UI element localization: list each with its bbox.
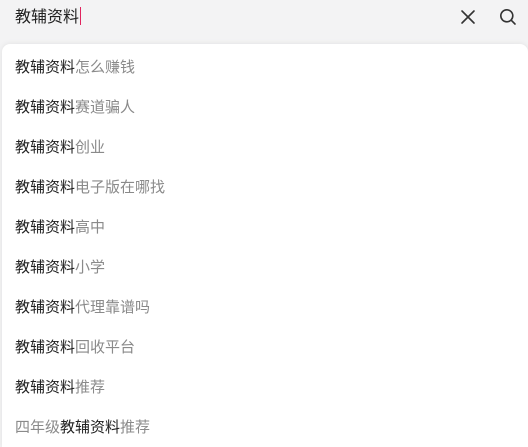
suggestion-keyword: 教辅资料 xyxy=(15,338,76,356)
suggestion-item[interactable]: 教辅资料推荐 xyxy=(2,367,528,407)
suggestion-item[interactable]: 教辅资料高中 xyxy=(2,207,528,247)
suggestion-keyword: 教辅资料 xyxy=(60,418,121,436)
suggestion-suffix: 赛道骗人 xyxy=(75,98,136,116)
suggestion-keyword: 教辅资料 xyxy=(15,258,76,276)
search-input[interactable]: 教辅资料 xyxy=(15,0,82,34)
suggestion-suffix: 电子版在哪找 xyxy=(75,178,166,196)
suggestion-suffix: 推荐 xyxy=(120,418,151,436)
suggestion-item[interactable]: 教辅资料电子版在哪找 xyxy=(2,167,528,207)
search-button[interactable] xyxy=(496,5,520,29)
suggestion-keyword: 教辅资料 xyxy=(15,58,76,76)
suggestion-suffix: 高中 xyxy=(75,218,106,236)
suggestion-prefix: 四年级 xyxy=(15,418,61,436)
suggestion-keyword: 教辅资料 xyxy=(15,178,76,196)
suggestion-keyword: 教辅资料 xyxy=(15,378,76,396)
suggestion-suffix: 回收平台 xyxy=(75,338,136,356)
suggestion-suffix: 怎么赚钱 xyxy=(75,58,136,76)
close-icon xyxy=(461,10,475,24)
suggestion-item[interactable]: 教辅资料怎么赚钱 xyxy=(2,47,528,87)
suggestion-keyword: 教辅资料 xyxy=(15,218,76,236)
suggestion-item[interactable]: 四年级教辅资料推荐 xyxy=(2,407,528,447)
suggestion-item[interactable]: 教辅资料回收平台 xyxy=(2,327,528,367)
suggestion-item[interactable]: 教辅资料赛道骗人 xyxy=(2,87,528,127)
text-caret xyxy=(80,7,82,25)
suggestion-suffix: 创业 xyxy=(75,138,106,156)
suggestion-suffix: 代理靠谱吗 xyxy=(75,298,151,316)
suggestion-item[interactable]: 教辅资料创业 xyxy=(2,127,528,167)
suggestion-item[interactable]: 教辅资料代理靠谱吗 xyxy=(2,287,528,327)
suggestion-keyword: 教辅资料 xyxy=(15,298,76,316)
suggestion-keyword: 教辅资料 xyxy=(15,138,76,156)
suggestion-keyword: 教辅资料 xyxy=(15,98,76,116)
search-icon xyxy=(500,9,516,25)
suggestion-item[interactable]: 教辅资料小学 xyxy=(2,247,528,287)
suggestion-suffix: 小学 xyxy=(75,258,106,276)
suggestion-suffix: 推荐 xyxy=(75,378,106,396)
suggestion-dropdown: 教辅资料怎么赚钱 教辅资料赛道骗人 教辅资料创业 教辅资料电子版在哪找 教辅资料高中 教辅… xyxy=(2,44,528,447)
search-query-text: 教辅资料 xyxy=(15,7,80,26)
search-page: 教辅资料 教辅资料怎么赚钱 教辅资料赛道骗人 教辅资料创业 教辅资料电子版在哪找 教辅资… xyxy=(0,0,528,447)
search-bar: 教辅资料 xyxy=(0,0,528,36)
clear-button[interactable] xyxy=(456,5,480,29)
